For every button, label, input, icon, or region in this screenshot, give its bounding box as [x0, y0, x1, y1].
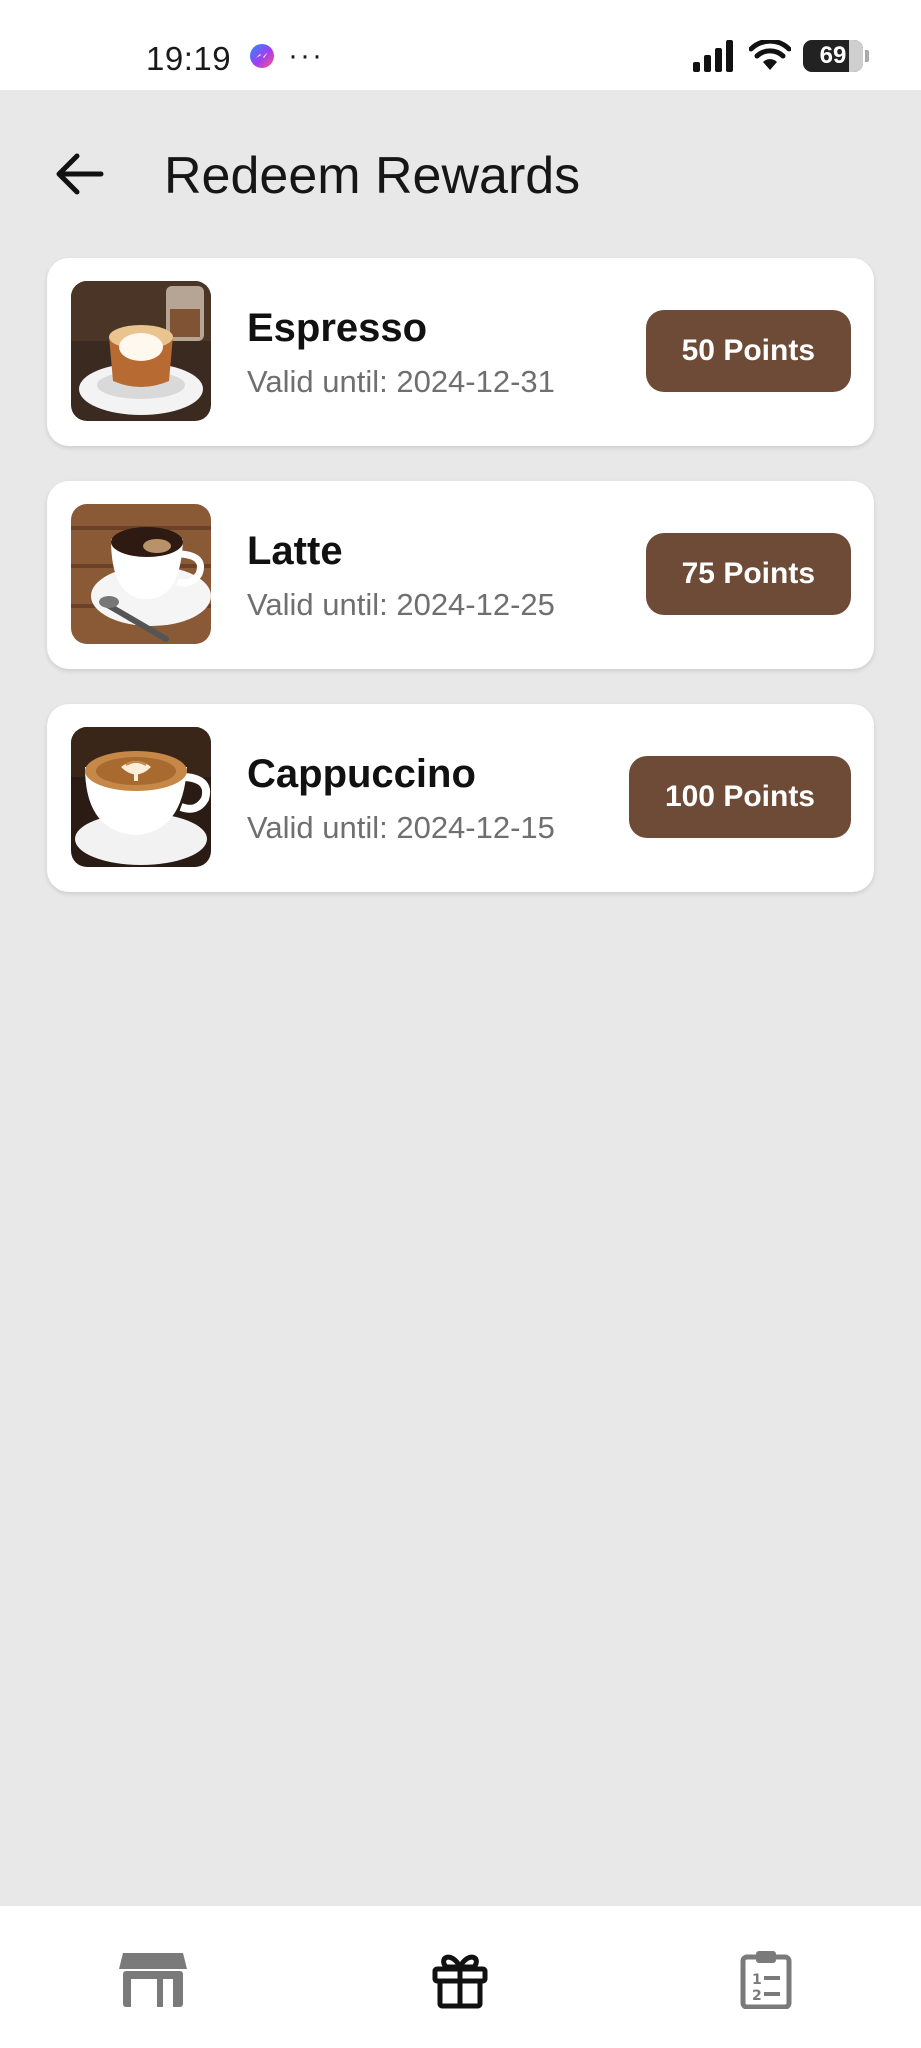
signal-icon	[693, 40, 733, 72]
status-notification-icons: ···	[250, 39, 324, 72]
reward-valid-until: Valid until: 2024-12-31	[247, 364, 555, 399]
nav-store[interactable]	[113, 1944, 193, 2014]
reward-card: Cappuccino Valid until: 2024-12-15 100 P…	[47, 704, 874, 892]
svg-text:2: 2	[752, 1988, 762, 2004]
reward-list: Espresso Valid until: 2024-12-31 50 Poin…	[47, 258, 874, 927]
status-time: 19:19	[146, 40, 232, 77]
wifi-icon	[749, 40, 791, 70]
redeem-points-button[interactable]: 50 Points	[645, 310, 851, 392]
bottom-navigation: 1 2	[0, 1906, 921, 2048]
store-icon	[119, 1953, 187, 2007]
battery-level: 69	[819, 42, 847, 69]
latte-image	[71, 504, 211, 644]
status-bar: 19:19 ··· 69	[0, 0, 921, 90]
page-title: Redeem Rewards	[164, 147, 581, 205]
redeem-points-button[interactable]: 100 Points	[628, 756, 851, 838]
reward-valid-until: Valid until: 2024-12-15	[247, 810, 555, 845]
svg-text:1: 1	[752, 1972, 762, 1988]
reward-card: Latte Valid until: 2024-12-25 75 Points	[47, 481, 874, 669]
espresso-image	[71, 281, 211, 421]
redeem-points-button[interactable]: 75 Points	[645, 533, 851, 615]
reward-name: Espresso	[247, 306, 428, 350]
reward-name: Cappuccino	[247, 752, 476, 796]
gift-icon	[432, 1954, 488, 2009]
nav-orders[interactable]: 1 2	[726, 1944, 806, 2014]
reward-valid-until: Valid until: 2024-12-25	[247, 587, 555, 622]
arrow-left-icon	[56, 153, 104, 195]
app-header: Redeem Rewards	[0, 90, 921, 260]
battery-icon: 69	[803, 40, 869, 72]
reward-card: Espresso Valid until: 2024-12-31 50 Poin…	[47, 258, 874, 446]
nav-rewards[interactable]	[420, 1944, 500, 2014]
cappuccino-image	[71, 727, 211, 867]
messenger-icon	[250, 44, 274, 68]
more-notifications-indicator: ···	[288, 39, 324, 72]
clipboard-list-icon: 1 2	[740, 1951, 792, 2009]
status-system-icons: 69	[693, 40, 869, 72]
reward-name: Latte	[247, 529, 343, 573]
back-button[interactable]	[46, 140, 114, 208]
